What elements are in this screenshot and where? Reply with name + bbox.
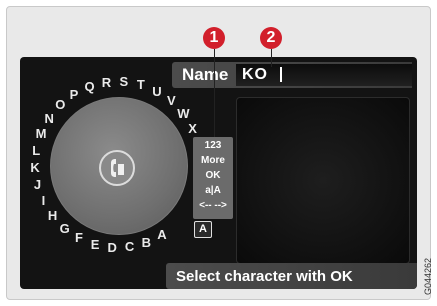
name-label: Name xyxy=(182,65,229,84)
callout-2-line xyxy=(271,49,272,67)
wheel-letter-g[interactable]: G xyxy=(58,221,72,236)
wheel-letter-b[interactable]: B xyxy=(139,235,153,250)
menu-item-move-cursor[interactable]: <-- --> xyxy=(193,200,233,211)
wheel-letter-o[interactable]: O xyxy=(53,98,67,112)
wheel-letter-m[interactable]: M xyxy=(34,126,48,141)
status-bar: Select character with OK xyxy=(166,263,417,289)
wheel-letter-w[interactable]: W xyxy=(176,106,190,121)
wheel-letter-s[interactable]: S xyxy=(117,75,131,89)
wheel-letter-i[interactable]: I xyxy=(36,194,50,208)
text-cursor xyxy=(280,67,282,82)
content-panel xyxy=(236,97,410,264)
name-value: KO xyxy=(242,66,268,83)
image-code: G044262 xyxy=(423,257,433,295)
wheel-letter-t[interactable]: T xyxy=(134,78,148,92)
wheel-letter-a[interactable]: A xyxy=(155,228,169,242)
wheel-letter-r[interactable]: R xyxy=(99,75,113,90)
wheel-letter-k[interactable]: K xyxy=(28,160,42,175)
wheel-letter-h[interactable]: H xyxy=(46,209,60,223)
status-text: Select character with OK xyxy=(176,268,353,285)
selected-character-box: A xyxy=(194,221,212,238)
wheel-letter-c[interactable]: C xyxy=(123,240,137,254)
menu-item-ok[interactable]: OK xyxy=(193,170,233,181)
menu-item-more[interactable]: More xyxy=(193,155,233,166)
wheel-menu: 123 More OK a|A <-- --> xyxy=(193,137,233,219)
name-bar: Name KO xyxy=(172,62,412,88)
wheel-letter-x[interactable]: X xyxy=(186,121,200,136)
wheel-letter-n[interactable]: N xyxy=(42,111,56,126)
wheel-letter-d[interactable]: D xyxy=(105,240,119,255)
wheel-letter-l[interactable]: L xyxy=(29,143,43,158)
phone-icon xyxy=(99,150,135,186)
menu-item-numbers[interactable]: 123 xyxy=(193,140,233,151)
display-screen: Name KO ABCDEFGHIJKLMNOPQRSTUVWXYZ 123 M… xyxy=(20,57,417,289)
wheel-letter-j[interactable]: J xyxy=(30,178,44,192)
callout-1: 1 xyxy=(203,27,225,49)
wheel-letter-e[interactable]: E xyxy=(88,237,102,252)
callout-1-line xyxy=(214,49,215,137)
wheel-letter-u[interactable]: U xyxy=(150,84,164,99)
menu-item-case[interactable]: a|A xyxy=(193,185,233,196)
wheel-letter-f[interactable]: F xyxy=(72,231,86,245)
name-input[interactable]: KO xyxy=(236,64,412,86)
wheel-letter-q[interactable]: Q xyxy=(83,80,97,94)
wheel-letter-p[interactable]: P xyxy=(67,87,81,102)
callout-2: 2 xyxy=(260,27,282,49)
